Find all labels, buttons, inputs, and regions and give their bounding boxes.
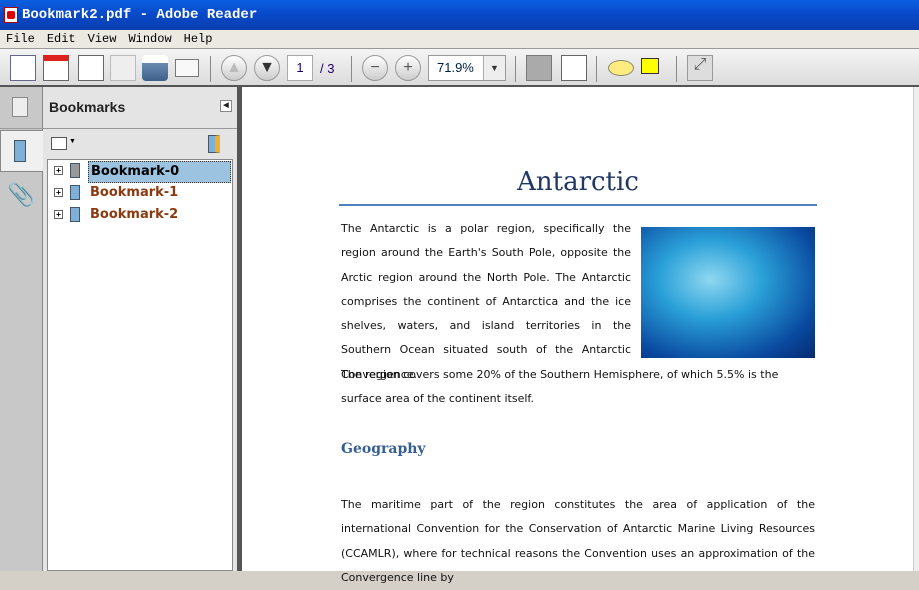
bookmark-label: Bookmark-0 [88, 161, 231, 183]
bookmark-icon [70, 207, 80, 222]
panel-title: Bookmarks [49, 99, 126, 115]
bookmark-label: Bookmark-1 [90, 185, 179, 200]
comment-icon[interactable] [608, 60, 634, 76]
expand-icon[interactable]: + [54, 188, 63, 197]
menu-edit[interactable]: Edit [47, 32, 76, 46]
menu-bar: File Edit View Window Help [0, 30, 919, 48]
expand-bookmark-icon[interactable] [208, 135, 220, 153]
bookmarks-panel: Bookmarks ◀ ▼ + Bookmark-0 + Bookmark-1 + Bo… [43, 87, 237, 571]
antarctic-photo [641, 227, 815, 358]
paperclip-icon: 📎 [7, 182, 36, 207]
title-rule [339, 204, 817, 206]
attachments-tab[interactable]: 📎 [0, 175, 43, 217]
document-title: Antarctic [517, 167, 639, 197]
section-heading: Geography [341, 441, 426, 457]
bookmark-item[interactable]: + Bookmark-2 [48, 204, 232, 226]
bookmark-item[interactable]: + Bookmark-0 [48, 160, 232, 183]
bookmarks-tab[interactable] [0, 130, 43, 172]
geography-paragraph: The maritime part of the region constitu… [341, 498, 815, 584]
save-icon[interactable] [110, 55, 136, 81]
zoom-out-icon[interactable]: − [362, 55, 388, 81]
vertical-scrollbar[interactable] [913, 87, 919, 571]
full-screen-icon[interactable]: ⤢ [687, 55, 713, 81]
page-total: / 3 [320, 61, 335, 76]
pages-icon [12, 97, 28, 117]
highlight-text-icon[interactable] [641, 58, 659, 74]
fit-width-icon[interactable] [526, 55, 552, 81]
bookmark-icon [70, 185, 80, 200]
window-title: Bookmark2.pdf - Adobe Reader [22, 7, 258, 23]
email-icon[interactable] [175, 59, 199, 77]
intro-paragraph-continued: The region covers some 20% of the Southe… [341, 368, 779, 406]
document-view: Antarctic The Antarctic is a polar regio… [242, 87, 919, 584]
toolbar: ▲ ▼ 1 / 3 − + 71.9% ▼ ⤢ [0, 48, 919, 87]
menu-view[interactable]: View [88, 32, 117, 46]
next-page-icon[interactable]: ▼ [254, 55, 280, 81]
print-icon[interactable] [142, 55, 168, 81]
zoom-in-icon[interactable]: + [395, 55, 421, 81]
collapse-panel-button[interactable]: ◀ [220, 100, 232, 112]
create-pdf-icon[interactable] [43, 55, 69, 81]
zoom-select[interactable]: 71.9% ▼ [428, 55, 506, 81]
pdf-app-icon [4, 7, 18, 23]
open-icon[interactable] [10, 55, 36, 81]
previous-page-icon[interactable]: ▲ [221, 55, 247, 81]
menu-file[interactable]: File [6, 32, 35, 46]
caret-down-icon[interactable]: ▼ [69, 138, 76, 145]
page-number-input[interactable]: 1 [287, 55, 313, 81]
zoom-value: 71.9% [437, 60, 474, 75]
fit-page-icon[interactable] [561, 55, 587, 81]
bookmark-item[interactable]: + Bookmark-1 [48, 182, 232, 204]
expand-icon[interactable]: + [54, 166, 63, 175]
bookmark-tree: + Bookmark-0 + Bookmark-1 + Bookmark-2 [47, 159, 233, 571]
bookmark-icon [70, 163, 80, 178]
bookmark-icon [14, 140, 26, 162]
menu-help[interactable]: Help [184, 32, 213, 46]
options-menu-icon[interactable] [51, 137, 67, 150]
title-bar: Bookmark2.pdf - Adobe Reader [0, 0, 919, 30]
navigation-rail: 📎 [0, 87, 43, 571]
bookmark-label: Bookmark-2 [90, 207, 179, 222]
edit-icon[interactable] [78, 55, 104, 81]
intro-paragraph: The Antarctic is a polar region, specifi… [341, 222, 631, 381]
pages-tab[interactable] [0, 87, 43, 129]
chevron-down-icon[interactable]: ▼ [483, 56, 505, 80]
menu-window[interactable]: Window [128, 32, 171, 46]
expand-icon[interactable]: + [54, 210, 63, 219]
